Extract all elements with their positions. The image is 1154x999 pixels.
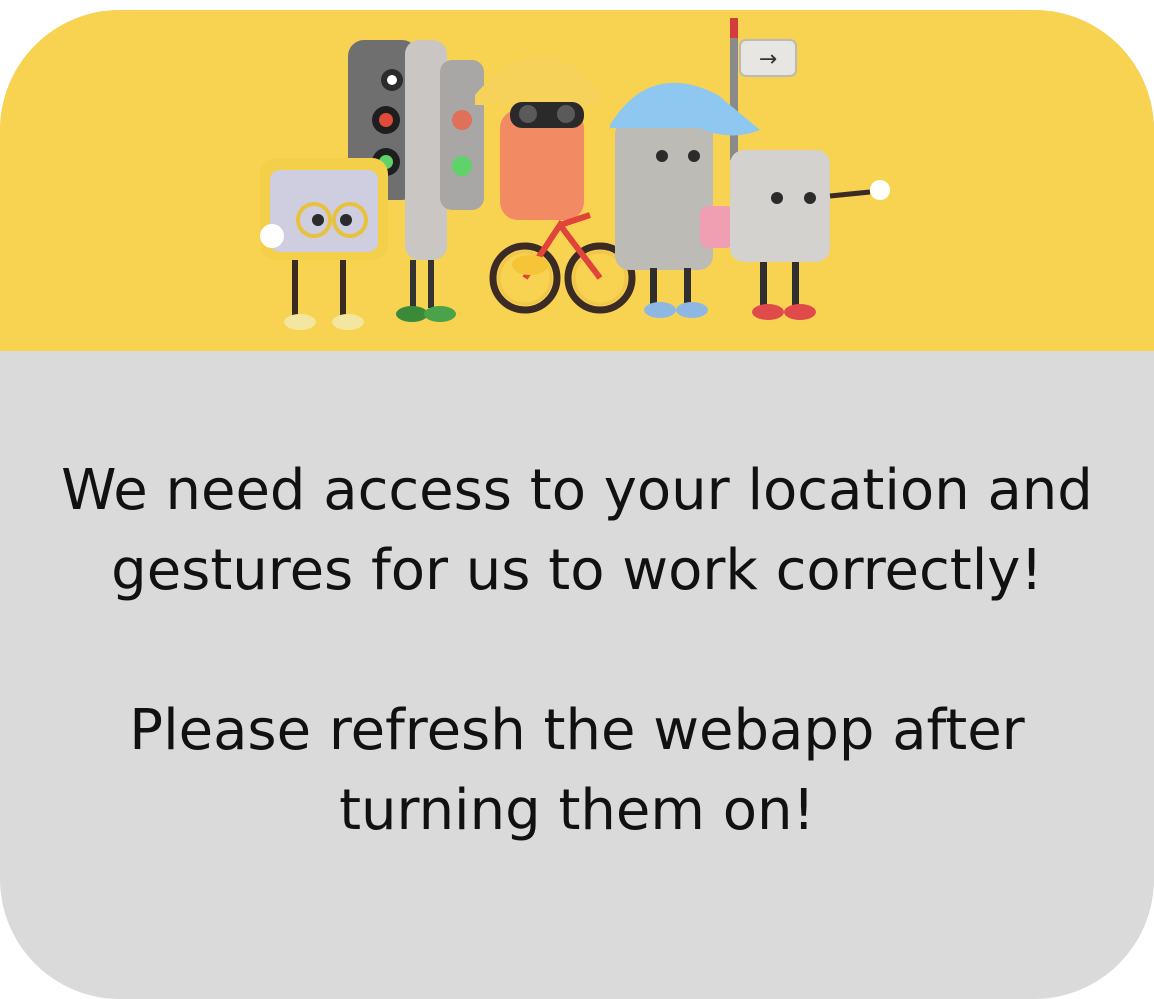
message-line-3: Please refresh the webapp after [129, 698, 1025, 763]
cyclist-mascot [475, 56, 636, 314]
street-sign: → [730, 18, 797, 160]
message-line-1: We need access to your location and [61, 458, 1093, 523]
mascot-banner: → [0, 10, 1154, 351]
bike-screen-mascot [260, 158, 388, 330]
pointing-mascot [730, 150, 890, 320]
message-line-4: turning them on! [339, 778, 815, 843]
message-line-2: gestures for us to work correctly! [111, 538, 1043, 603]
permission-message: We need access to your location and gest… [40, 451, 1114, 851]
permission-card: → We need access to your location and ge… [0, 10, 1154, 999]
traffic-mascots-illustration: → [260, 18, 890, 330]
sign-arrow-icon: → [759, 47, 777, 72]
